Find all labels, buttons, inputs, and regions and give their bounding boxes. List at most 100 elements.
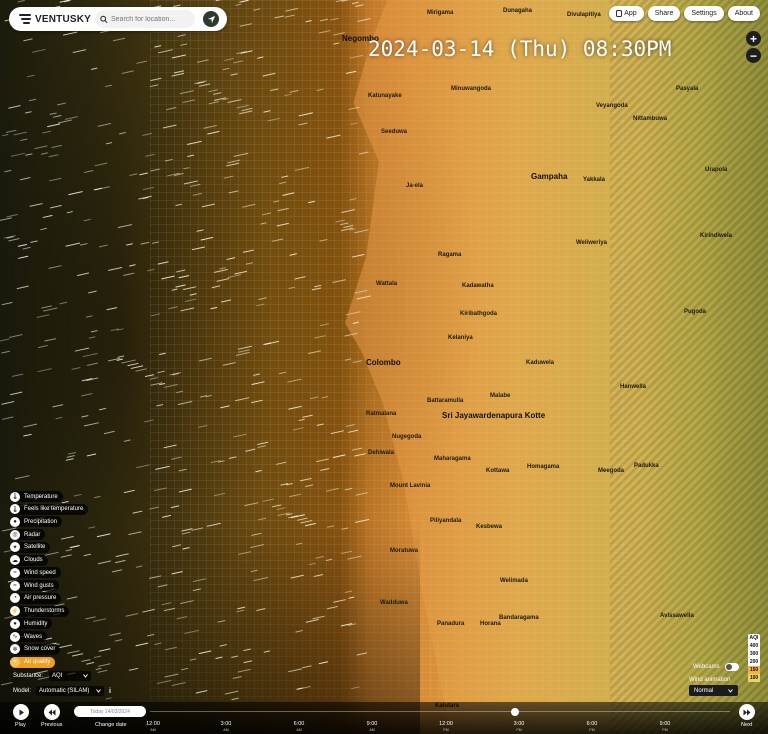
zoom-in-button[interactable]: + [746,31,761,46]
wind-streak [114,560,126,564]
map-label[interactable]: Seeduwa [381,129,407,135]
map-label[interactable]: Nittambuwa [633,116,667,122]
map-label[interactable]: Padukka [634,463,659,469]
wind-streak [192,588,201,592]
wind-streak [308,200,315,204]
map-label[interactable]: Battaramulla [427,398,463,404]
layer-item[interactable]: ◔ Air pressure [10,592,62,604]
map-label[interactable]: Bandaragama [499,615,539,621]
change-date-select[interactable]: Today 14/03/2024 [74,706,146,717]
map-label[interactable]: Meegoda [598,468,624,474]
layer-item[interactable]: ☁ Clouds [10,554,48,566]
map-label[interactable]: Ragama [438,252,461,258]
play-button[interactable] [13,704,29,720]
layer-item[interactable]: 🌡 Feels like temperature [10,503,89,515]
layer-item[interactable]: ✦ Satellite [10,541,51,553]
timeline-tick[interactable]: 6:00 AM [284,721,314,733]
map-label[interactable]: Kaduwela [526,360,554,366]
map-label[interactable]: Mirigama [427,10,453,16]
timeline-tick[interactable]: 9:00 AM [357,721,387,733]
zoom-out-button[interactable]: − [746,48,761,63]
model-select[interactable]: Automatic (SILAM) [36,686,105,696]
wind-streak [38,345,48,348]
next-button[interactable] [739,704,755,720]
map-label[interactable]: Pasyala [676,86,698,92]
map-label[interactable]: Yakkala [583,177,605,183]
map-label[interactable]: Nugegoda [392,434,421,440]
map-label[interactable]: Kiribathgoda [460,311,497,317]
map-label[interactable]: Avissawella [660,613,694,619]
wind-streak [349,198,357,201]
model-info-icon[interactable]: i [109,688,111,695]
map-label[interactable]: Veyangoda [596,103,628,109]
share-button[interactable]: Share [647,6,681,21]
map-label[interactable]: Weliweriya [576,240,607,246]
map-label[interactable]: Minuwangoda [451,86,491,92]
map-label[interactable]: Kirindiwela [700,233,732,239]
layer-item[interactable]: ⚡ Thunderstorms [10,605,70,617]
wind-streak [238,551,252,555]
map-label[interactable]: Hanwella [620,384,646,390]
layer-item[interactable]: ≈ Wind gusts [10,580,59,592]
ventusky-logo[interactable]: VENTUSKY [9,7,95,31]
map-label[interactable]: Horana [480,621,501,627]
map-label[interactable]: Moratuwa [390,548,418,554]
layer-item[interactable]: ◎ Radar [10,529,46,541]
map-label[interactable]: Dunagaha [503,8,532,14]
app-button[interactable]: App [609,6,644,21]
tick-period: PM [662,728,668,732]
map-label[interactable]: Panadura [437,621,464,627]
layer-item[interactable]: ● Precipitation [10,516,63,528]
map-label[interactable]: Urapola [705,167,727,173]
map-label[interactable]: Sri Jayawardenapura Kotte [442,411,545,420]
map-label[interactable]: Kadawatha [462,283,494,289]
map-label[interactable]: Kelaniya [448,335,473,341]
layer-item[interactable]: 🌡 Temperature [10,491,63,502]
wind-streak [163,444,177,449]
map-label[interactable]: Kesbewa [476,524,502,530]
map-label[interactable]: Ja-ela [406,183,423,189]
timeline-tick[interactable]: 12:00 AM [138,721,168,733]
wind-streak [344,358,352,361]
map-label[interactable]: Piliyandala [430,518,461,524]
map-label[interactable]: Wattala [376,281,397,287]
map-label[interactable]: Divulapitiya [567,12,601,18]
previous-button[interactable] [44,704,60,720]
wind-streak [341,527,349,530]
map-label[interactable]: Katunayake [368,93,402,99]
map-label[interactable]: Mount Lavinia [390,483,430,489]
map-label[interactable]: Kottawa [486,468,509,474]
timeline-track[interactable] [150,711,730,712]
webcams-toggle[interactable] [724,663,739,671]
timeline-tick[interactable]: 9:00 PM [650,721,680,733]
map-label[interactable]: Pugoda [684,309,706,315]
layer-item[interactable]: ❄ Snow cover [10,643,61,655]
layer-item[interactable]: ● Humidity [10,618,53,630]
layer-item[interactable]: ≈ Wind speed [10,567,61,579]
map-label[interactable]: Ratmalana [366,411,396,417]
layer-item-label: Thunderstorms [24,608,65,615]
map-label[interactable]: Welimada [500,578,528,584]
about-button[interactable]: About [727,6,760,21]
map-label[interactable]: Gampaha [531,172,567,181]
map-label[interactable]: Colombo [366,358,401,367]
map-label[interactable]: Dehiwala [368,450,394,456]
wind-animation-select[interactable]: Normal [689,685,738,696]
timeline-tick[interactable]: 3:00 AM [211,721,241,733]
layer-item[interactable]: ≈ Air quality [10,656,56,668]
locate-button[interactable] [203,11,219,27]
search-input[interactable] [111,15,195,23]
settings-button[interactable]: Settings [684,6,724,21]
timeline-tick[interactable]: 6:00 PM [577,721,607,733]
map-label[interactable]: Homagama [527,464,559,470]
substance-select[interactable]: AQI [49,671,92,681]
map-label[interactable]: Wadduwa [380,600,408,606]
search-box[interactable] [95,10,195,28]
map-label[interactable]: Malabe [490,393,510,399]
wind-streak [36,314,50,318]
timeline-tick[interactable]: 12:00 PM [431,721,461,733]
layer-item[interactable]: ∿ Waves [10,631,48,643]
map-canvas[interactable]: Negombo Divulapitiya Mirigama Dunagaha Colom… [0,0,768,734]
map-label[interactable]: Maharagama [434,456,471,462]
timeline-tick[interactable]: 3:00 PM [504,721,534,733]
